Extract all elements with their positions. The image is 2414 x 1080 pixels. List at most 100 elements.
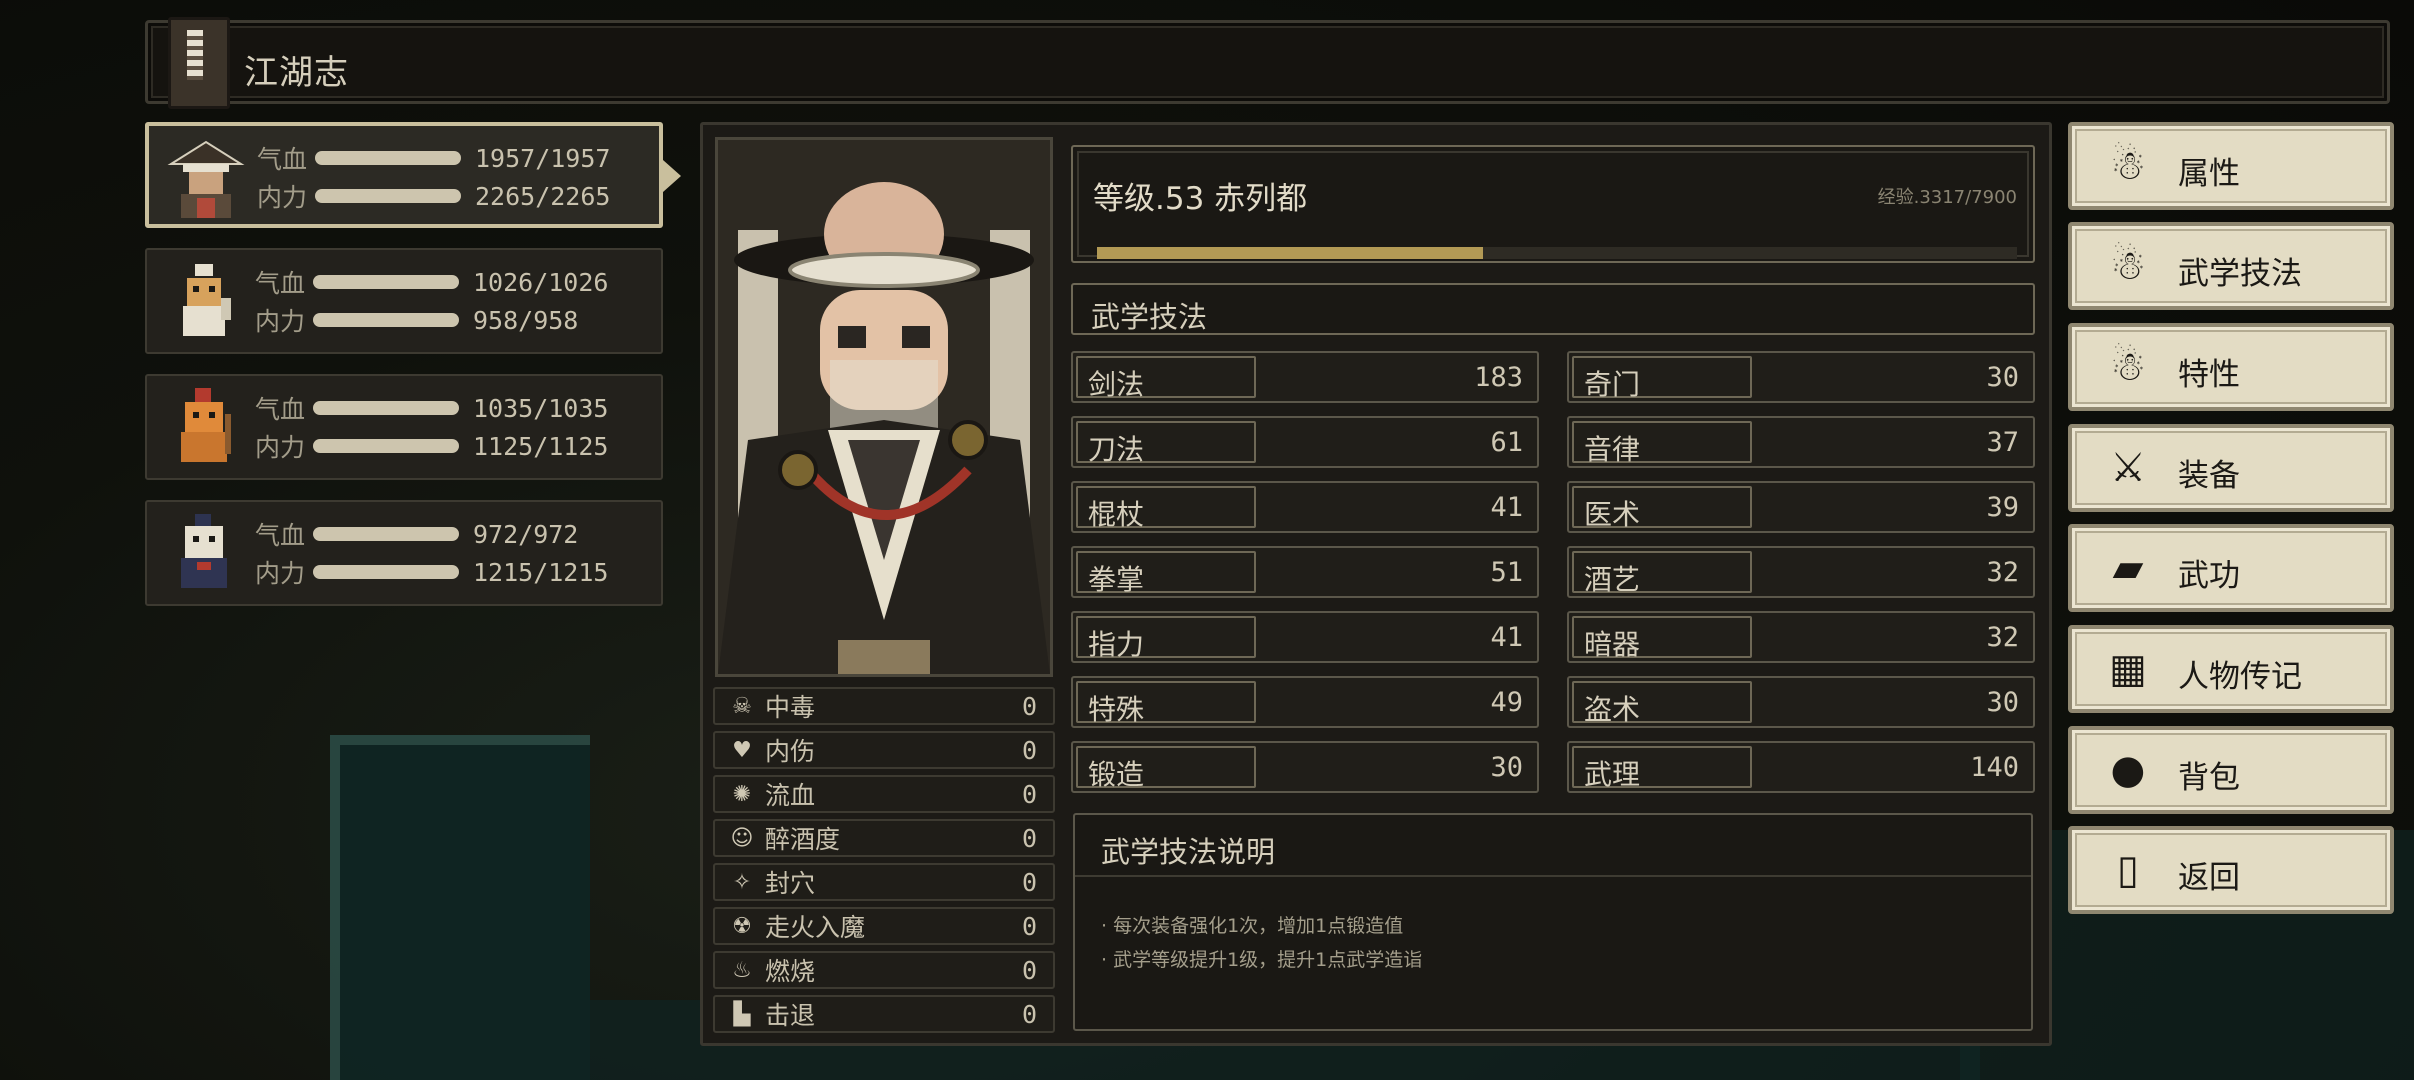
status-row: ♨ 燃烧 0 xyxy=(713,951,1055,989)
section-title-text: 武学技法 xyxy=(1091,300,1208,334)
mp-value: 1125/1125 xyxy=(473,431,609,461)
hp-bar xyxy=(313,527,459,541)
skill-name: 医术 xyxy=(1584,498,1641,531)
door-icon: ▯ xyxy=(2116,847,2139,893)
skill-row: 剑法 183 xyxy=(1071,351,1539,403)
status-row: ☢ 走火入魔 0 xyxy=(713,907,1055,945)
skill-row: 医术 39 xyxy=(1567,481,2035,533)
skill-name: 盗术 xyxy=(1584,693,1641,726)
menu-label: 装备 xyxy=(2178,458,2240,494)
menu-label: 属性 xyxy=(2178,156,2240,192)
mp-label: 内力 xyxy=(255,559,306,588)
skill-name: 棍杖 xyxy=(1088,498,1145,531)
menu-label: 特性 xyxy=(2178,357,2240,393)
skill-name: 剑法 xyxy=(1088,368,1145,401)
level-box: 等级.53 赤列都 经验.3317/7900 xyxy=(1071,145,2035,263)
hp-value: 1035/1035 xyxy=(473,393,609,423)
skill-row: 棍杖 41 xyxy=(1071,481,1539,533)
hp-bar xyxy=(315,151,461,165)
exp-text: 经验.3317/7900 xyxy=(1877,187,2017,208)
martial-person-icon: ☃ xyxy=(2110,243,2146,289)
skill-value: 30 xyxy=(1986,362,2019,393)
mp-bar xyxy=(315,189,461,203)
status-value: 0 xyxy=(1021,735,1037,765)
party-avatar-2 xyxy=(161,258,247,344)
status-value: 0 xyxy=(1021,999,1037,1029)
status-row: ☠ 中毒 0 xyxy=(713,687,1055,725)
skill-value: 30 xyxy=(1986,687,2019,718)
status-row: ☺ 醉酒度 0 xyxy=(713,819,1055,857)
skill-name: 武理 xyxy=(1584,758,1641,791)
hp-bar xyxy=(313,401,459,415)
hp-value: 1026/1026 xyxy=(473,267,609,297)
skill-row: 盗术 30 xyxy=(1567,676,2035,728)
menu-martial-skills-button[interactable]: ☃ 武学技法 xyxy=(2068,222,2394,310)
hp-label: 气血 xyxy=(255,521,306,550)
description-line: · 每次装备强化1次，增加1点锻造值 xyxy=(1101,915,1404,937)
broken-heart-icon: ♥ xyxy=(732,737,752,763)
skill-name: 特殊 xyxy=(1088,693,1145,726)
menu-inventory-button[interactable]: ● 背包 xyxy=(2068,726,2394,814)
skills-section-title: 武学技法 xyxy=(1071,283,2035,335)
hp-value: 972/972 xyxy=(473,519,579,549)
character-portrait xyxy=(715,137,1053,677)
status-name: 走火入魔 xyxy=(765,913,866,942)
description-title: 武学技法说明 xyxy=(1101,835,1276,869)
skill-name: 音律 xyxy=(1584,433,1641,466)
skill-value: 39 xyxy=(1986,492,2019,523)
sword-icon: ⚔ xyxy=(2110,445,2146,491)
party-member-3[interactable]: 气血 1035/1035 内力 1125/1125 xyxy=(145,374,663,480)
skill-row: 音律 37 xyxy=(1567,416,2035,468)
status-value: 0 xyxy=(1021,779,1037,809)
mp-value: 958/958 xyxy=(473,305,579,335)
skill-value: 41 xyxy=(1490,622,1523,653)
scroll-book-icon: ▰ xyxy=(2112,545,2144,591)
status-row: ▙ 击退 0 xyxy=(713,995,1055,1033)
status-name: 封穴 xyxy=(765,869,816,898)
skill-row: 特殊 49 xyxy=(1071,676,1539,728)
hp-bar xyxy=(313,275,459,289)
menu-back-button[interactable]: ▯ 返回 xyxy=(2068,826,2394,914)
menu-equipment-button[interactable]: ⚔ 装备 xyxy=(2068,424,2394,512)
exp-bar-fill xyxy=(1097,247,1484,259)
skill-row: 暗器 32 xyxy=(1567,611,2035,663)
skill-name: 奇门 xyxy=(1584,368,1641,401)
menu-label: 武学技法 xyxy=(2178,256,2302,292)
status-name: 醉酒度 xyxy=(765,825,841,854)
menu-kungfu-button[interactable]: ▰ 武功 xyxy=(2068,524,2394,612)
status-value: 0 xyxy=(1021,955,1037,985)
mp-value: 1215/1215 xyxy=(473,557,609,587)
hp-label: 气血 xyxy=(255,395,306,424)
menu-traits-button[interactable]: ☃ 特性 xyxy=(2068,323,2394,411)
skill-value: 41 xyxy=(1490,492,1523,523)
skill-value: 49 xyxy=(1490,687,1523,718)
menu-label: 背包 xyxy=(2178,760,2240,796)
menu-label: 武功 xyxy=(2178,558,2240,594)
status-name: 击退 xyxy=(765,1001,816,1030)
boot-icon: ▙ xyxy=(733,1001,751,1027)
menu-label: 人物传记 xyxy=(2178,659,2302,695)
status-effects-list: ☠ 中毒 0 ♥ 内伤 0 ✺ 流血 0 ☺ 醉酒度 0 ✧ 封穴 0 ☢ 走火… xyxy=(713,687,1055,1039)
status-name: 流血 xyxy=(765,781,816,810)
status-name: 中毒 xyxy=(765,693,816,722)
mp-label: 内力 xyxy=(257,183,308,212)
acupoint-icon: ✧ xyxy=(732,869,752,895)
portrait-image xyxy=(718,140,1050,674)
menu-attributes-button[interactable]: ☃ 属性 xyxy=(2068,122,2394,210)
status-row: ✧ 封穴 0 xyxy=(713,863,1055,901)
menu-label: 返回 xyxy=(2178,860,2240,896)
skill-name: 暗器 xyxy=(1584,628,1641,661)
party-member-1[interactable]: 气血 1957/1957 内力 2265/2265 xyxy=(145,122,681,228)
drunk-face-icon: ☺ xyxy=(730,825,754,851)
status-value: 0 xyxy=(1021,691,1037,721)
skill-value: 61 xyxy=(1490,427,1523,458)
party-member-2[interactable]: 气血 1026/1026 内力 958/958 xyxy=(145,248,663,354)
skill-value: 32 xyxy=(1986,622,2019,653)
status-name: 内伤 xyxy=(765,737,816,766)
mp-bar xyxy=(313,313,459,327)
hp-value: 1957/1957 xyxy=(475,143,611,173)
status-row: ♥ 内伤 0 xyxy=(713,731,1055,769)
party-member-4[interactable]: 气血 972/972 内力 1215/1215 xyxy=(145,500,663,606)
mp-label: 内力 xyxy=(255,307,306,336)
menu-biography-button[interactable]: ▦ 人物传记 xyxy=(2068,625,2394,713)
